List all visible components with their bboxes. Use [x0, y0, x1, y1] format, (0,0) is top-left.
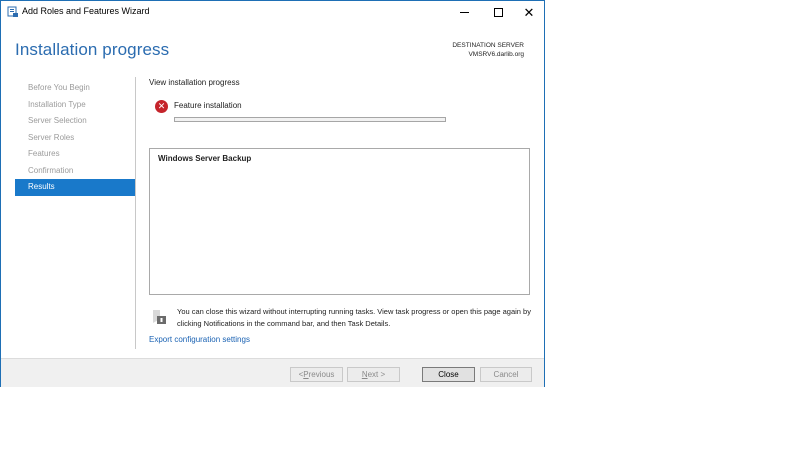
close-icon: ✕	[523, 4, 535, 20]
wizard-footer: < Previous Next > Close Cancel	[1, 358, 544, 387]
page-title: Installation progress	[15, 40, 170, 59]
content-heading: View installation progress	[149, 78, 240, 87]
close-button[interactable]: Close	[422, 367, 475, 382]
nav-item-server-roles: Server Roles	[28, 132, 75, 142]
results-list[interactable]: Windows Server Backup	[149, 148, 530, 295]
minimize-button[interactable]	[447, 1, 481, 23]
destination-value: VMSRV6.darlib.org	[468, 51, 524, 58]
close-window-button[interactable]: ✕	[512, 1, 546, 23]
notice-text: You can close this wizard without interr…	[177, 307, 531, 328]
cancel-button[interactable]: Cancel	[480, 367, 532, 382]
next-button[interactable]: Next >	[347, 367, 400, 382]
nav-item-confirmation: Confirmation	[28, 165, 74, 175]
maximize-icon	[493, 7, 503, 17]
nav-item-results[interactable]: Results	[15, 179, 135, 196]
export-configuration-link[interactable]: Export configuration settings	[149, 335, 250, 344]
notification-flag-icon	[153, 310, 166, 324]
nav-item-server-selection: Server Selection	[28, 116, 87, 125]
wizard-window: Add Roles and Features Wizard ✕ Installa…	[0, 0, 545, 387]
destination-label: DESTINATION SERVER	[452, 42, 524, 49]
status-label: Feature installation	[174, 101, 242, 110]
destination-server: DESTINATION SERVER VMSRV6.darlib.org	[452, 41, 524, 59]
nav-divider	[135, 77, 136, 349]
nav-item-features: Features	[28, 149, 60, 158]
title-bar[interactable]: Add Roles and Features Wizard ✕	[1, 1, 544, 23]
server-manager-icon	[7, 6, 18, 17]
window-title: Add Roles and Features Wizard	[22, 6, 150, 16]
error-icon: ✕	[155, 100, 168, 113]
results-item: Windows Server Backup	[158, 154, 252, 163]
nav-item-before-you-begin: Before You Begin	[28, 83, 90, 92]
maximize-button[interactable]	[481, 1, 515, 23]
previous-button[interactable]: < Previous	[290, 367, 343, 382]
previous-rest: revious	[308, 370, 335, 379]
installation-progress-bar	[174, 117, 446, 122]
nav-item-installation-type: Installation Type	[28, 99, 86, 109]
wizard-steps-nav: Before You Begin Installation Type Serve…	[15, 80, 135, 196]
next-rest: ext >	[367, 370, 386, 379]
minimize-icon	[459, 11, 469, 13]
